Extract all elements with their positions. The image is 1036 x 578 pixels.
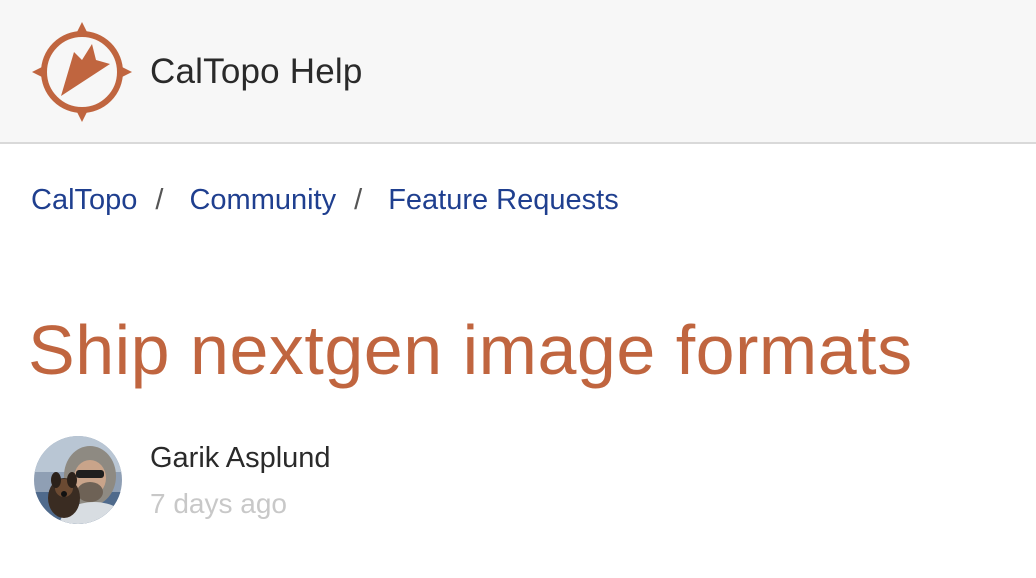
avatar[interactable]: [34, 436, 122, 524]
breadcrumb-caltopo[interactable]: CalTopo: [31, 178, 137, 222]
breadcrumb-community[interactable]: Community: [189, 178, 336, 222]
site-header: CalTopo Help: [0, 0, 1036, 144]
avatar-photo: [34, 436, 122, 524]
breadcrumb-separator: /: [354, 184, 363, 216]
compass-arrow-icon[interactable]: [30, 20, 134, 124]
site-title[interactable]: CalTopo Help: [150, 48, 363, 96]
post-timestamp: 7 days ago: [150, 488, 287, 519]
author-name[interactable]: Garik Asplund: [150, 438, 331, 478]
breadcrumb-separator: /: [155, 184, 164, 216]
breadcrumb-feature-requests[interactable]: Feature Requests: [388, 178, 619, 222]
page-title: Ship nextgen image formats: [28, 311, 913, 389]
breadcrumb: CalTopo / Community / Feature Requests: [31, 178, 619, 222]
